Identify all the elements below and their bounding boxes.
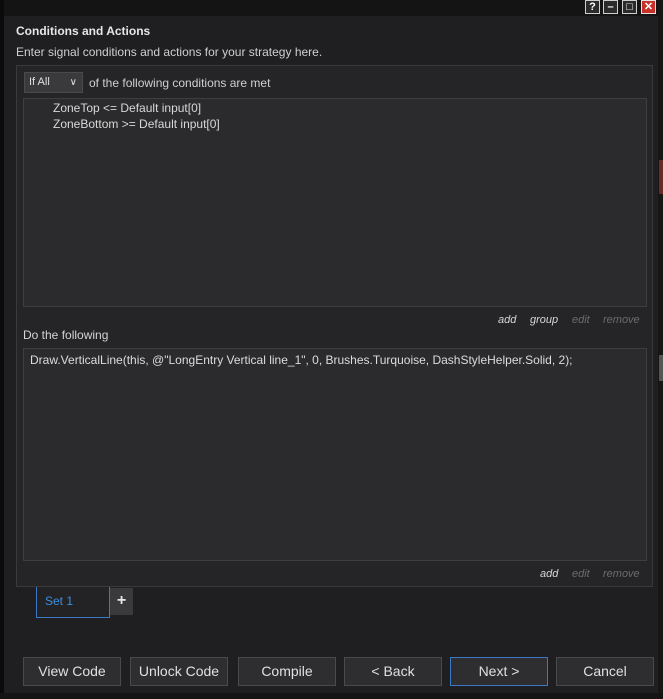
conditions-list[interactable]: ZoneTop <= Default input[0] ZoneBottom >… <box>23 98 647 307</box>
condition-edit-link[interactable]: edit <box>572 314 590 326</box>
condition-item[interactable]: ZoneBottom >= Default input[0] <box>53 117 220 131</box>
background-window-marker <box>659 160 663 194</box>
section-title: Conditions and Actions <box>16 24 151 38</box>
condition-group-link[interactable]: group <box>530 314 558 326</box>
title-bar <box>0 0 663 16</box>
background-window-marker <box>659 355 663 381</box>
compile-button[interactable]: Compile <box>238 657 336 686</box>
view-code-button[interactable]: View Code <box>23 657 121 686</box>
condition-match-text: of the following conditions are met <box>89 76 271 90</box>
next-button[interactable]: Next > <box>450 657 548 686</box>
section-description: Enter signal conditions and actions for … <box>16 45 323 59</box>
help-icon[interactable]: ? <box>585 0 600 14</box>
action-item[interactable]: Draw.VerticalLine(this, @"LongEntry Vert… <box>30 353 573 367</box>
condition-match-value: If All <box>29 76 50 88</box>
maximize-icon[interactable]: □ <box>622 0 637 14</box>
actions-label: Do the following <box>23 328 109 342</box>
window-left-edge <box>0 0 4 699</box>
tab-set-1[interactable]: Set 1 <box>36 587 110 618</box>
add-set-button[interactable]: + <box>110 588 133 615</box>
cancel-button[interactable]: Cancel <box>556 657 654 686</box>
unlock-code-button[interactable]: Unlock Code <box>130 657 228 686</box>
chevron-down-icon: ∨ <box>69 77 77 88</box>
action-remove-link[interactable]: remove <box>603 568 640 580</box>
minimize-icon[interactable]: – <box>603 0 618 14</box>
condition-match-select[interactable]: If All ∨ <box>24 72 83 93</box>
bottom-edge <box>0 693 663 699</box>
back-button[interactable]: < Back <box>344 657 442 686</box>
window-right-edge <box>658 0 663 699</box>
actions-list[interactable]: Draw.VerticalLine(this, @"LongEntry Vert… <box>23 348 647 561</box>
close-icon[interactable]: ✕ <box>641 0 656 14</box>
action-add-link[interactable]: add <box>540 568 558 580</box>
condition-remove-link[interactable]: remove <box>603 314 640 326</box>
condition-add-link[interactable]: add <box>498 314 516 326</box>
action-edit-link[interactable]: edit <box>572 568 590 580</box>
condition-item[interactable]: ZoneTop <= Default input[0] <box>53 101 201 115</box>
